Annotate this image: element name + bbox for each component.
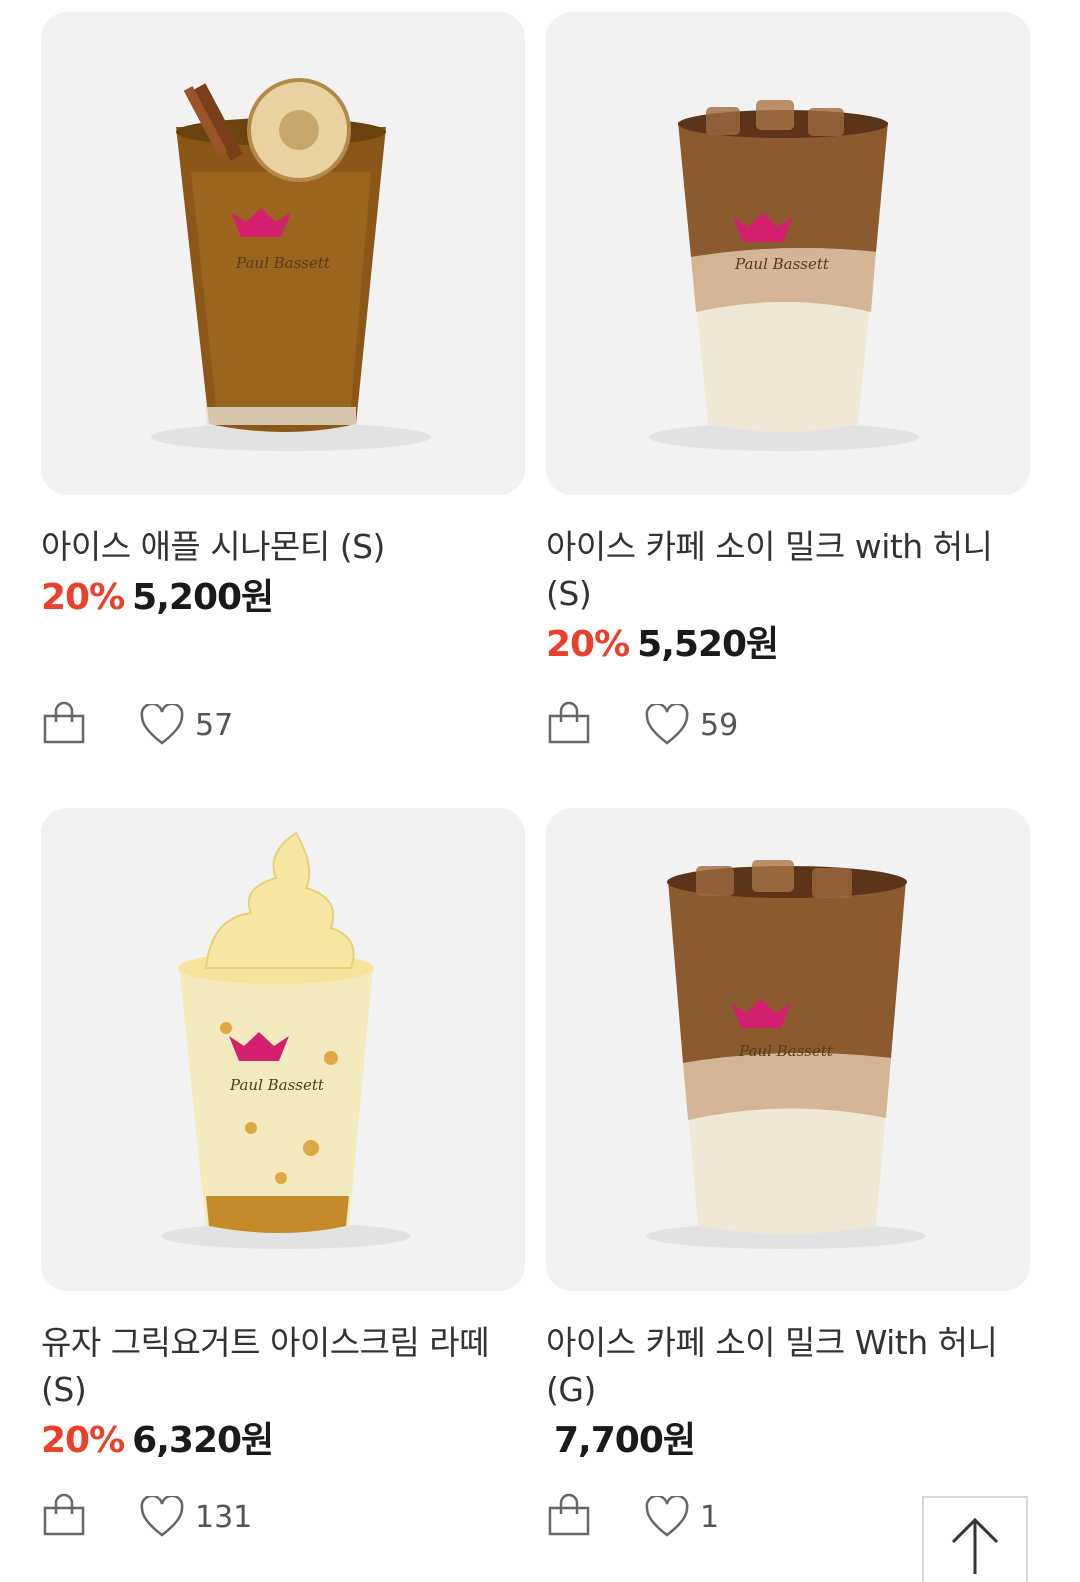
- product-name[interactable]: 유자 그릭요거트 아이스크림 라떼 (S): [41, 1319, 525, 1413]
- product-image-iced-soy-latte-honey-small[interactable]: Paul Bassett: [546, 12, 1030, 495]
- product-card[interactable]: Paul Bassett 아이스 카페 소이 밀크 With 허니 (G) 7,…: [546, 808, 1030, 1537]
- product-grid: Paul Bassett 아이스 애플 시나몬티 (S) 20% 5,200원 5…: [0, 0, 1080, 1582]
- product-actions: 57: [41, 700, 233, 750]
- shopping-bag-icon[interactable]: [41, 1492, 87, 1542]
- product-image-iced-soy-latte-honey-grande[interactable]: Paul Bassett: [546, 808, 1030, 1291]
- product-price: 7,700원: [554, 1420, 696, 1461]
- arrow-up-icon: [951, 1517, 999, 1574]
- product-card[interactable]: Paul Bassett 아이스 카페 소이 밀크 with 허니 (S) 20…: [546, 12, 1030, 745]
- heart-icon: [645, 1496, 689, 1537]
- like-button[interactable]: 131: [139, 1496, 252, 1538]
- discount-rate: 20%: [41, 1420, 125, 1461]
- like-count: 1: [700, 1499, 720, 1535]
- shopping-bag-icon[interactable]: [546, 700, 592, 750]
- product-price: 5,200원: [132, 577, 274, 618]
- scroll-top-button[interactable]: [922, 1496, 1028, 1582]
- shopping-bag-icon[interactable]: [546, 1492, 592, 1542]
- svg-text:Paul Bassett: Paul Bassett: [738, 1042, 834, 1060]
- svg-text:Paul Bassett: Paul Bassett: [229, 1076, 325, 1094]
- product-actions: 59: [546, 700, 738, 750]
- like-count: 131: [195, 1499, 253, 1535]
- svg-text:Paul Bassett: Paul Bassett: [235, 254, 331, 272]
- product-price: 5,520원: [637, 624, 779, 665]
- heart-icon: [645, 704, 689, 745]
- product-name[interactable]: 아이스 카페 소이 밀크 with 허니 (S): [546, 523, 1030, 617]
- product-actions: 1: [546, 1492, 719, 1542]
- like-button[interactable]: 57: [139, 704, 233, 746]
- like-button[interactable]: 59: [644, 704, 738, 746]
- like-count: 57: [195, 707, 234, 743]
- product-name[interactable]: 아이스 애플 시나몬티 (S): [41, 523, 525, 570]
- product-card[interactable]: Paul Bassett 아이스 애플 시나몬티 (S) 20% 5,200원 5…: [41, 12, 525, 745]
- product-actions: 131: [41, 1492, 252, 1542]
- heart-icon: [140, 1496, 184, 1537]
- product-price: 6,320원: [132, 1420, 274, 1461]
- price-row: 20% 6,320원: [41, 1417, 525, 1465]
- product-card[interactable]: Paul Bassett 유자 그릭요거트 아이스크림 라떼 (S) 20% 6,…: [41, 808, 525, 1537]
- svg-text:Paul Bassett: Paul Bassett: [734, 255, 830, 273]
- product-image-apple-cinnamon-tea[interactable]: Paul Bassett: [41, 12, 525, 495]
- price-row: 20% 5,200원: [41, 574, 525, 622]
- product-name[interactable]: 아이스 카페 소이 밀크 With 허니 (G): [546, 1319, 1030, 1413]
- heart-icon: [140, 704, 184, 745]
- product-image-yuja-greek-yogurt-latte[interactable]: Paul Bassett: [41, 808, 525, 1291]
- like-button[interactable]: 1: [644, 1496, 719, 1538]
- discount-rate: 20%: [546, 624, 630, 665]
- price-row: 7,700원: [546, 1417, 1030, 1465]
- discount-rate: 20%: [41, 577, 125, 618]
- like-count: 59: [700, 707, 739, 743]
- shopping-bag-icon[interactable]: [41, 700, 87, 750]
- price-row: 20% 5,520원: [546, 621, 1030, 669]
